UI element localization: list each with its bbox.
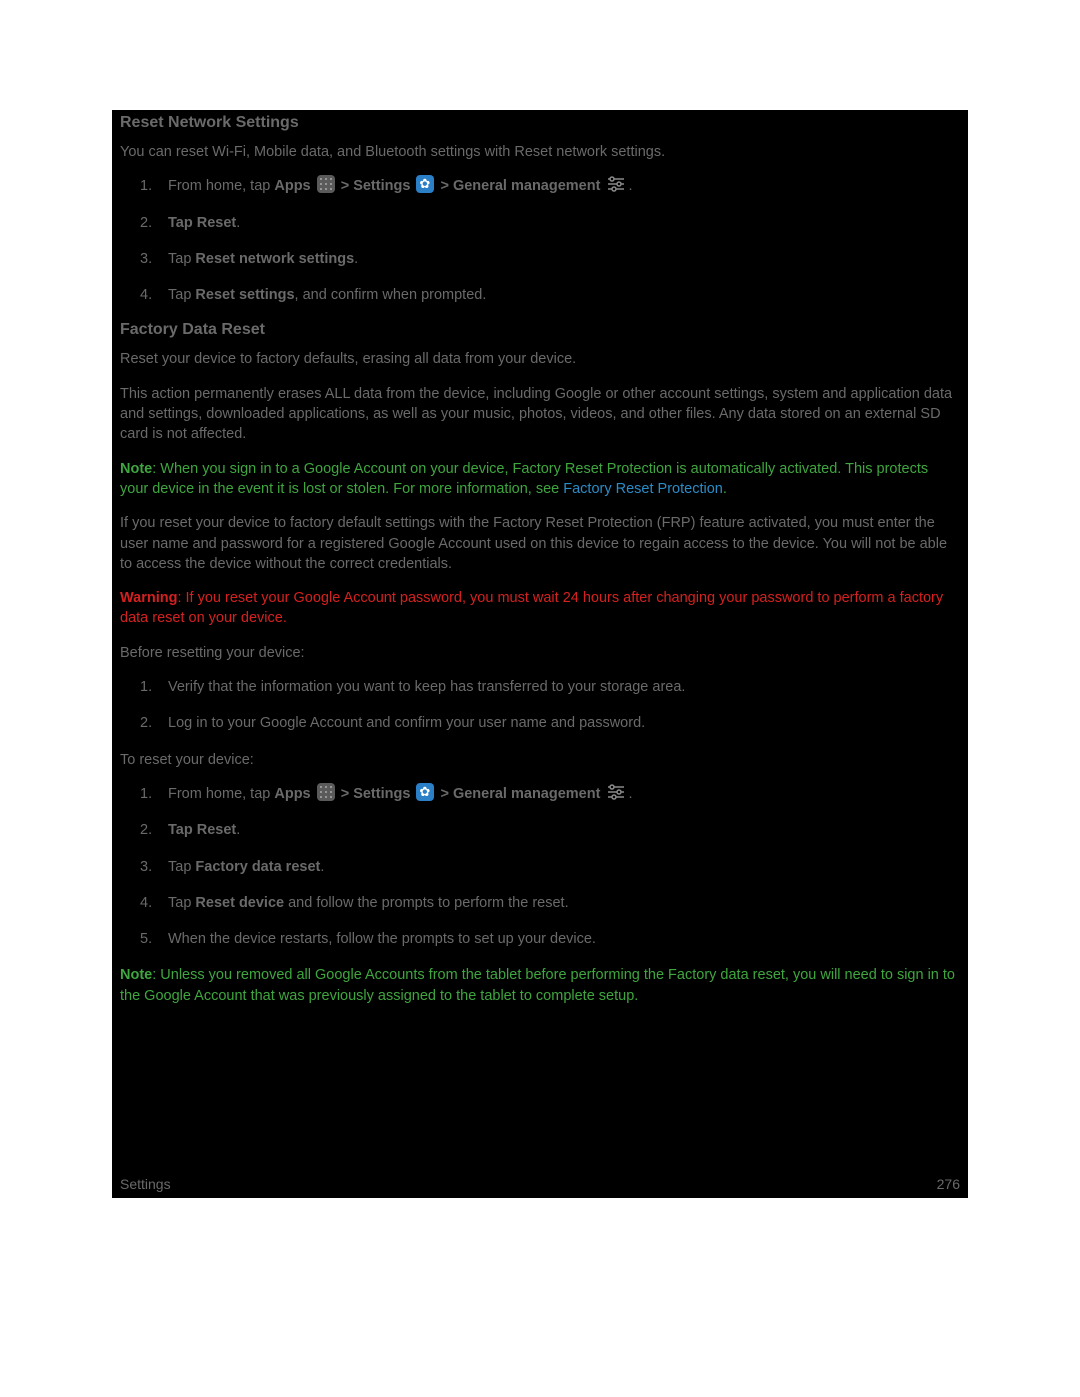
note-frp: Note: When you sign in to a Google Accou… xyxy=(112,459,968,500)
steps-to-reset: 1. From home, tap Apps > Settings > Gene… xyxy=(112,784,968,949)
prestep-2: 2.Log in to your Google Account and conf… xyxy=(168,713,960,733)
warning-password: Warning: If you reset your Google Accoun… xyxy=(112,588,968,629)
p-before-reset: Before resetting your device: xyxy=(112,643,968,663)
step-2: 2. Tap Reset. xyxy=(168,213,960,233)
reset-step-1: 1. From home, tap Apps > Settings > Gene… xyxy=(168,784,960,804)
apps-icon xyxy=(317,783,335,801)
page-footer: Settings 276 xyxy=(120,1176,960,1192)
heading-reset-network: Reset Network Settings xyxy=(112,114,968,132)
reset-step-3: 3. Tap Factory data reset. xyxy=(168,857,960,877)
p-factory-intro: Reset your device to factory defaults, e… xyxy=(112,349,968,369)
steps-before-reset: 1.Verify that the information you want t… xyxy=(112,677,968,734)
step-1: 1. From home, tap Apps > Settings > Gene… xyxy=(168,176,960,196)
intro-reset-network: You can reset Wi-Fi, Mobile data, and Bl… xyxy=(112,142,968,162)
footer-section: Settings xyxy=(120,1176,171,1192)
gear-icon xyxy=(416,783,434,801)
heading-factory-reset: Factory Data Reset xyxy=(112,321,968,339)
p-factory-detail: This action permanently erases ALL data … xyxy=(112,384,968,445)
note-google-account: Note: Unless you removed all Google Acco… xyxy=(112,965,968,1006)
p-frp-explain: If you reset your device to factory defa… xyxy=(112,513,968,574)
document-page: Reset Network Settings You can reset Wi-… xyxy=(112,110,968,1198)
prestep-1: 1.Verify that the information you want t… xyxy=(168,677,960,697)
sliders-icon xyxy=(606,783,626,801)
reset-step-4: 4. Tap Reset device and follow the promp… xyxy=(168,893,960,913)
reset-step-5: 5. When the device restarts, follow the … xyxy=(168,929,960,949)
sliders-icon xyxy=(606,175,626,193)
link-frp[interactable]: Factory Reset Protection xyxy=(563,481,723,497)
p-to-reset: To reset your device: xyxy=(112,750,968,770)
footer-page-number: 276 xyxy=(937,1176,960,1192)
step-3: 3. Tap Reset network settings. xyxy=(168,249,960,269)
steps-reset-network: 1. From home, tap Apps > Settings > Gene… xyxy=(112,176,968,305)
reset-step-2: 2. Tap Reset. xyxy=(168,820,960,840)
gear-icon xyxy=(416,175,434,193)
step-4: 4. Tap Reset settings, and confirm when … xyxy=(168,285,960,305)
apps-icon xyxy=(317,175,335,193)
